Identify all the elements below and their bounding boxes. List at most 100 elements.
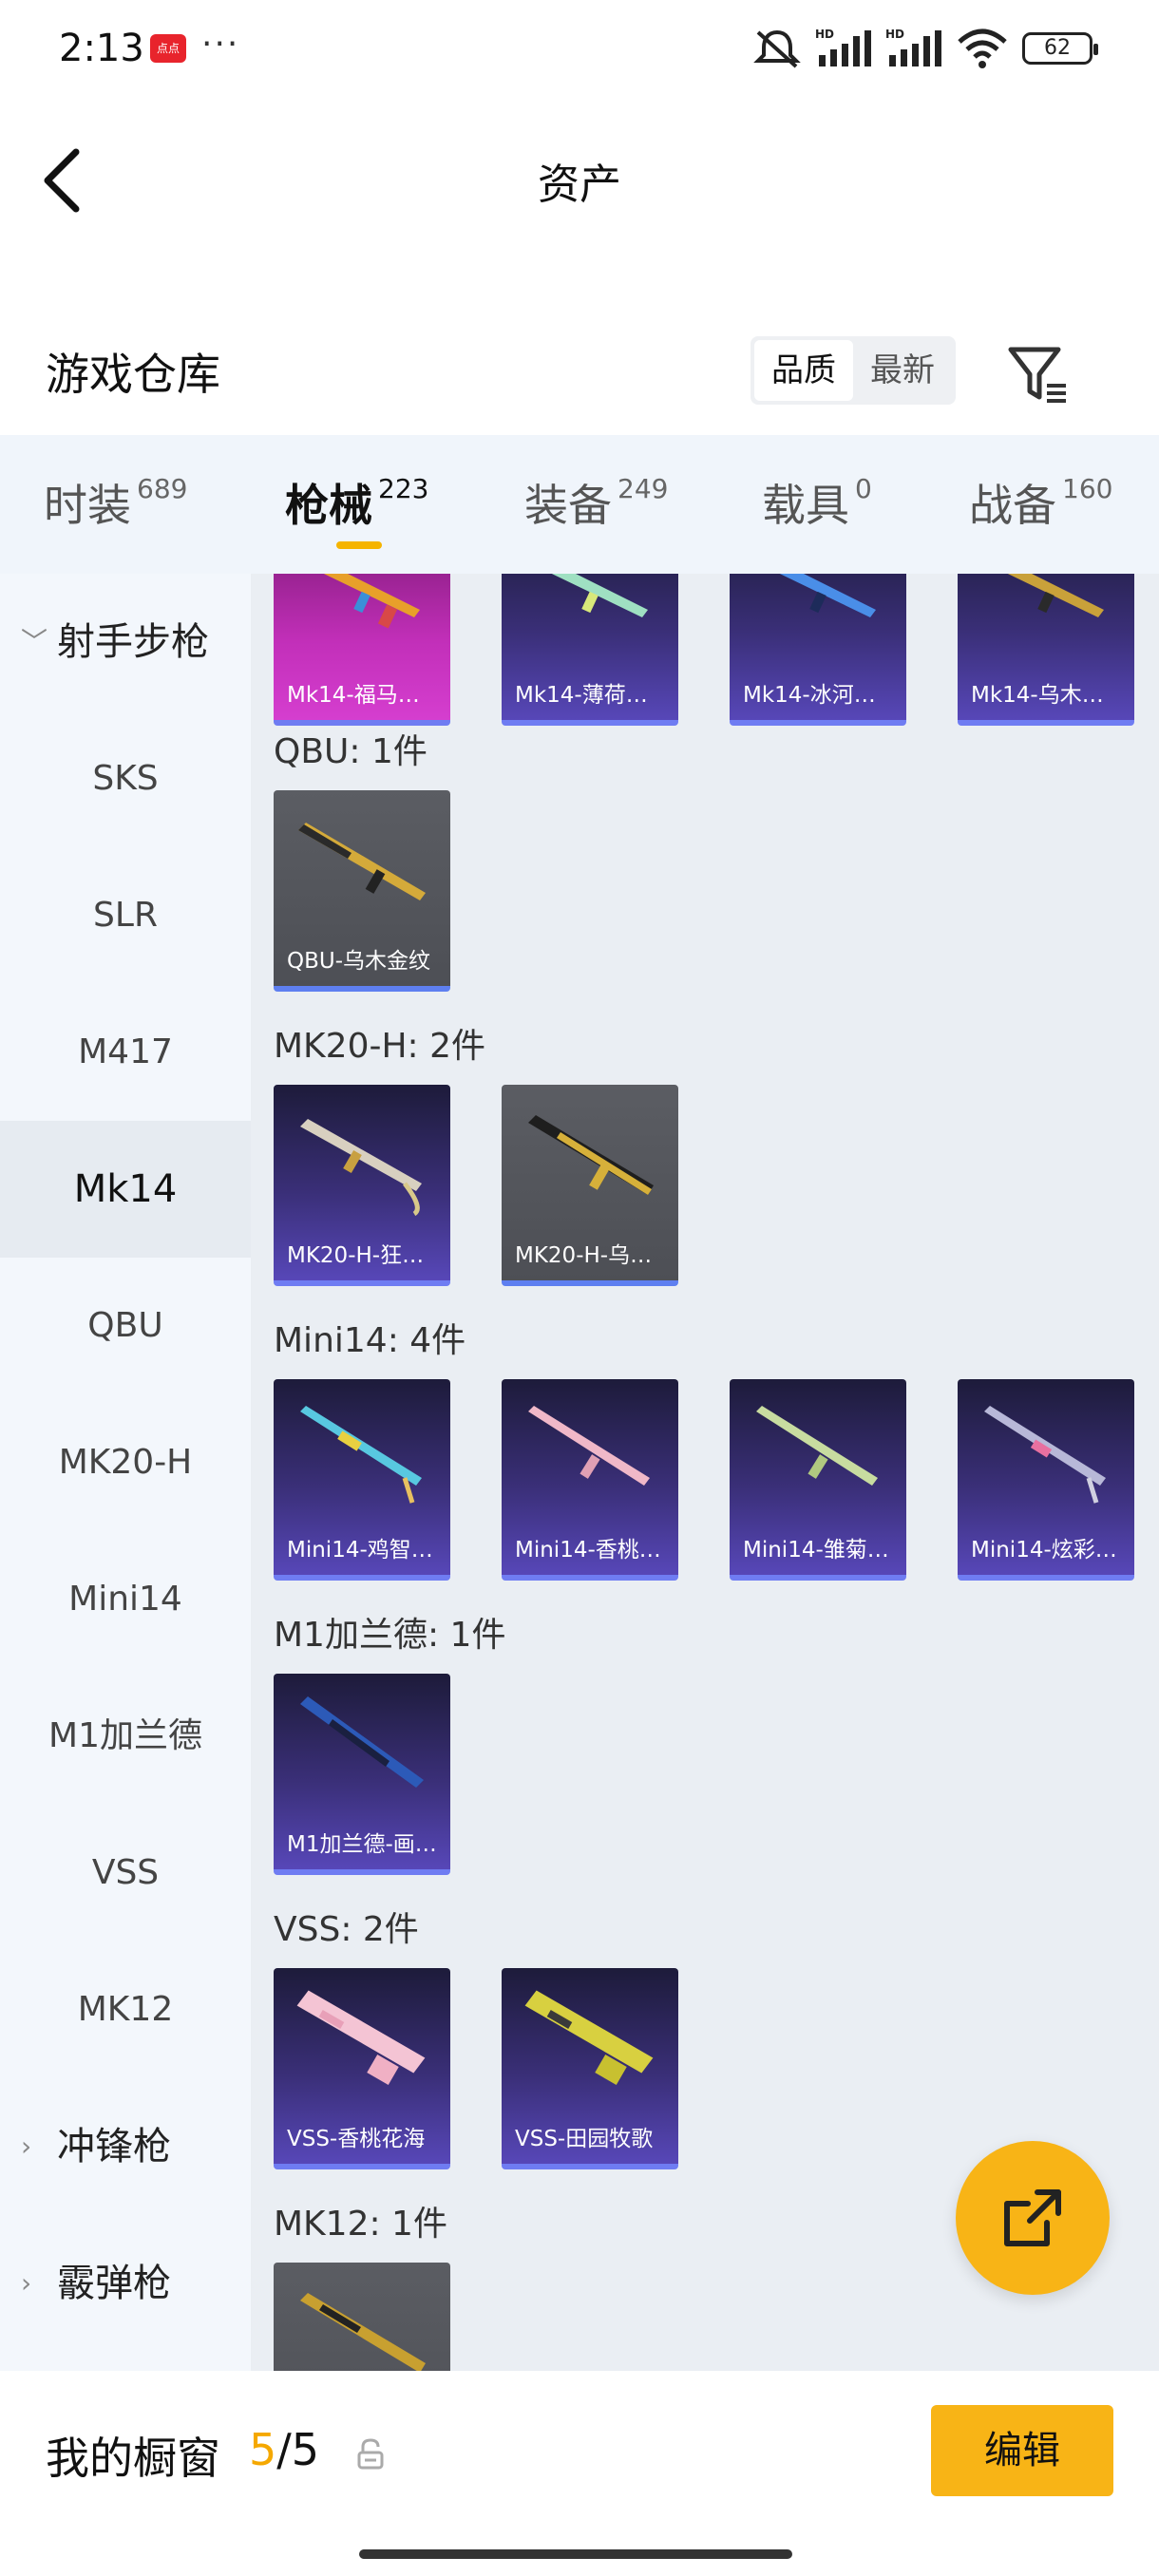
showcase-total: 5 bbox=[291, 2424, 320, 2475]
chevron-right-icon: › bbox=[21, 2267, 32, 2299]
sidebar-item-m417[interactable]: M417 bbox=[0, 984, 251, 1121]
rifle-skin-icon bbox=[300, 1406, 422, 1504]
svg-text:HD: HD bbox=[885, 28, 904, 41]
tab-count: 223 bbox=[378, 473, 429, 504]
weapon-card-name: Mini14-雏菊… bbox=[743, 1538, 889, 1563]
sidebar-item-vss[interactable]: VSS bbox=[0, 1805, 251, 1941]
showcase-current: 5 bbox=[249, 2424, 277, 2475]
rifle-skin-icon bbox=[528, 1115, 654, 1195]
showcase-count: 5/5 bbox=[249, 2424, 319, 2475]
status-icons: HD HD 62 bbox=[752, 27, 1098, 70]
weapon-card[interactable]: VSS-香桃花海 bbox=[274, 1968, 450, 2169]
tab-count: 0 bbox=[855, 473, 872, 504]
weapon-card-name: MK20-H-乌… bbox=[515, 1243, 653, 1268]
sort-newest-button[interactable]: 最新 bbox=[853, 340, 952, 401]
sidebar-group-marksman[interactable]: ﹀ 射手步枪 bbox=[0, 574, 251, 710]
sidebar-item-m1-garand[interactable]: M1加兰德 bbox=[0, 1668, 251, 1805]
tab-guns[interactable]: 枪械 223 bbox=[285, 471, 428, 534]
tab-supplies[interactable]: 战备 160 bbox=[969, 471, 1112, 534]
sort-quality-button[interactable]: 品质 bbox=[754, 340, 853, 401]
tab-equipment[interactable]: 装备 249 bbox=[524, 471, 668, 534]
tab-count: 689 bbox=[137, 473, 188, 504]
tab-count: 249 bbox=[618, 473, 669, 504]
sidebar-group-shotgun[interactable]: › 霰弹枪 bbox=[0, 2215, 251, 2352]
weapon-sidebar[interactable]: ﹀ 射手步枪 SKS SLR M417 Mk14 QBU MK20-H Mini… bbox=[0, 574, 251, 2371]
weapon-card-name: Mk14-乌木… bbox=[971, 683, 1104, 708]
rifle-skin-icon bbox=[298, 823, 426, 900]
sidebar-item-mk20h[interactable]: MK20-H bbox=[0, 1394, 251, 1531]
wifi-icon bbox=[958, 28, 1007, 68]
weapon-card[interactable]: M1加兰德-画… bbox=[274, 1674, 450, 1875]
signal-hd-icon-2: HD bbox=[885, 28, 941, 66]
sidebar-item-mk14[interactable]: Mk14 bbox=[0, 1121, 251, 1258]
weapon-card[interactable]: Mk14-薄荷… bbox=[502, 574, 678, 726]
sort-toggle: 品质 最新 bbox=[750, 336, 956, 405]
rifle-skin-icon bbox=[528, 1406, 650, 1486]
weapon-card[interactable]: VSS-田园牧歌 bbox=[502, 1968, 678, 2169]
svg-text:HD: HD bbox=[815, 28, 834, 41]
more-notifications-icon: ··· bbox=[201, 25, 240, 64]
weapon-card-name: QBU-乌木金纹 bbox=[287, 949, 431, 974]
rifle-skin-icon bbox=[779, 574, 876, 617]
mute-icon bbox=[753, 29, 801, 68]
weapon-card-name: Mini14-香桃… bbox=[515, 1538, 661, 1563]
home-indicator[interactable] bbox=[359, 2549, 792, 2559]
lock-icon bbox=[357, 2438, 384, 2470]
sidebar-group-smg[interactable]: › 冲锋枪 bbox=[0, 2078, 251, 2215]
showcase-bar: 我的橱窗 5/5 编辑 bbox=[0, 2371, 1159, 2576]
filter-icon bbox=[1008, 347, 1066, 403]
rifle-skin-icon bbox=[296, 1990, 426, 2086]
weapon-card-name: VSS-田园牧歌 bbox=[515, 2127, 654, 2151]
weapon-card[interactable]: Mk14-福马… bbox=[274, 574, 450, 726]
weapon-card[interactable] bbox=[274, 2263, 450, 2371]
edit-button[interactable]: 编辑 bbox=[931, 2405, 1113, 2496]
tab-fashion[interactable]: 时装 689 bbox=[44, 471, 187, 534]
tab-vehicles[interactable]: 载具 0 bbox=[762, 471, 872, 534]
page-title: 资产 bbox=[538, 161, 621, 209]
rifle-skin-icon bbox=[300, 1696, 424, 1788]
sidebar-group-label: 霰弹枪 bbox=[57, 2262, 171, 2305]
weapon-card-name: MK20-H-狂… bbox=[287, 1243, 425, 1268]
share-external-icon bbox=[1004, 2189, 1061, 2246]
filter-button[interactable] bbox=[1003, 340, 1072, 408]
section-title-qbu: QBU: 1件 bbox=[274, 732, 428, 771]
sidebar-item-qbu[interactable]: QBU bbox=[0, 1258, 251, 1394]
battery-icon: 62 bbox=[1022, 32, 1098, 65]
section-title-mk12: MK12: 1件 bbox=[274, 2205, 447, 2244]
section-title-mk20h: MK20-H: 2件 bbox=[274, 1027, 486, 1066]
weapon-card[interactable]: Mini14-雏菊… bbox=[730, 1379, 906, 1581]
tab-label: 枪械 bbox=[285, 480, 372, 531]
weapon-card[interactable]: Mk14-冰河… bbox=[730, 574, 906, 726]
rifle-skin-icon bbox=[300, 1119, 422, 1217]
rifle-skin-icon bbox=[524, 1990, 654, 2086]
sidebar-item-slr[interactable]: SLR bbox=[0, 847, 251, 984]
weapon-card[interactable]: QBU-乌木金纹 bbox=[274, 790, 450, 992]
sidebar-item-mk12[interactable]: MK12 bbox=[0, 1941, 251, 2078]
weapon-grid[interactable]: Mk14-福马… Mk14-薄荷… Mk14-冰河… Mk14-乌木… QBU:… bbox=[251, 574, 1159, 2371]
weapon-card[interactable]: MK20-H-狂… bbox=[274, 1085, 450, 1286]
weapon-card[interactable]: MK20-H-乌… bbox=[502, 1085, 678, 1286]
weapon-card[interactable]: Mini14-香桃… bbox=[502, 1379, 678, 1581]
rifle-skin-icon bbox=[1007, 574, 1104, 617]
showcase-label: 我的橱窗 bbox=[46, 2433, 220, 2484]
section-title-mini14: Mini14: 4件 bbox=[274, 1321, 466, 1360]
sidebar-item-mini14[interactable]: Mini14 bbox=[0, 1531, 251, 1668]
section-title-vss: VSS: 2件 bbox=[274, 1910, 419, 1949]
rifle-skin-icon bbox=[756, 1406, 878, 1486]
tab-label: 载具 bbox=[762, 480, 849, 531]
warehouse-title: 游戏仓库 bbox=[46, 349, 220, 400]
sidebar-item-sks[interactable]: SKS bbox=[0, 710, 251, 847]
weapon-card-name: Mk14-福马… bbox=[287, 683, 420, 708]
weapon-card[interactable]: Mini14-鸡智… bbox=[274, 1379, 450, 1581]
tab-label: 时装 bbox=[44, 480, 131, 531]
rifle-skin-icon bbox=[984, 1406, 1106, 1504]
showcase-separator: / bbox=[276, 2424, 292, 2475]
sidebar-group-label: 冲锋枪 bbox=[57, 2125, 171, 2169]
share-fab-button[interactable] bbox=[956, 2141, 1110, 2295]
weapon-card[interactable]: Mini14-炫彩… bbox=[958, 1379, 1134, 1581]
signal-hd-icon: HD bbox=[815, 28, 871, 66]
weapon-card[interactable]: Mk14-乌木… bbox=[958, 574, 1134, 726]
rifle-skin-icon bbox=[300, 2293, 426, 2371]
app-notification-icon: 点点 bbox=[150, 34, 186, 63]
page-header: 资产 bbox=[0, 104, 1159, 247]
